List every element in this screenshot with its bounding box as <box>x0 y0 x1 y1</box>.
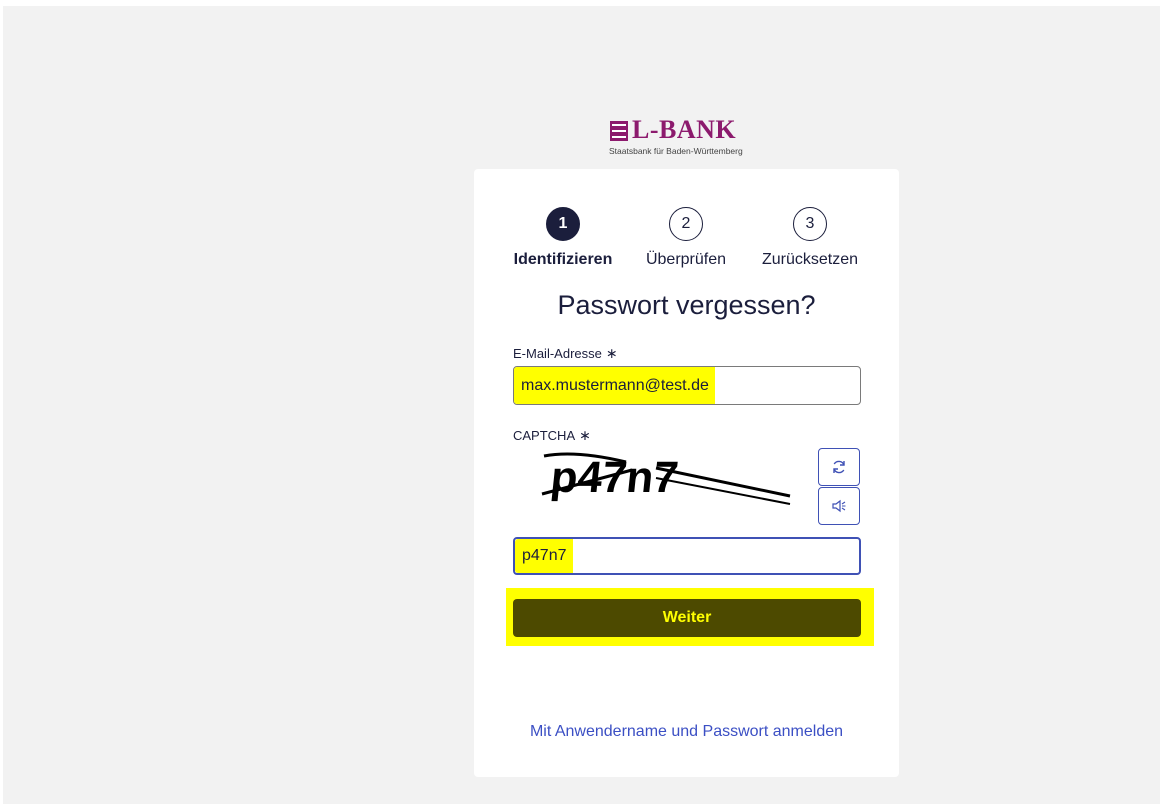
step-label: Überprüfen <box>645 251 727 268</box>
refresh-icon <box>833 460 845 474</box>
captcha-text: p47n7 <box>548 453 680 502</box>
required-mark: ∗ <box>605 345 618 361</box>
step-reset: 3 Zurücksetzen <box>750 207 870 269</box>
step-identify: 1 Identifizieren <box>503 207 623 269</box>
captcha-value: p47n7 <box>515 539 573 573</box>
required-mark: ∗ <box>579 427 591 443</box>
submit-highlight: Weiter <box>506 588 874 646</box>
login-link[interactable]: Mit Anwendername und Passwort anmelden <box>474 723 899 741</box>
lbank-logo: L-BANK Staatsbank für Baden-Württemberg <box>606 116 776 160</box>
captcha-image: p47n7 <box>541 452 791 505</box>
submit-button[interactable]: Weiter <box>513 599 861 637</box>
step-verify: 2 Überprüfen <box>626 207 746 269</box>
email-label-text: E-Mail-Adresse <box>513 346 602 361</box>
email-field[interactable]: max.mustermann@test.de <box>513 366 861 405</box>
captcha-label: CAPTCHA ∗ <box>513 427 591 444</box>
logo-wordmark: L-BANK <box>632 115 737 144</box>
email-label: E-Mail-Adresse ∗ <box>513 345 618 362</box>
step-label: Zurücksetzen <box>761 251 859 268</box>
reset-card: 1 Identifizieren 2 Überprüfen 3 Zurückse… <box>474 169 899 777</box>
speaker-icon <box>832 499 846 513</box>
step-number: 1 <box>546 207 580 241</box>
refresh-captcha-button[interactable] <box>818 448 860 486</box>
coat-of-arms-icon <box>610 121 628 141</box>
audio-captcha-button[interactable] <box>818 487 860 525</box>
captcha-label-text: CAPTCHA <box>513 428 576 443</box>
step-number: 2 <box>669 207 703 241</box>
captcha-input[interactable]: p47n7 <box>513 537 861 575</box>
page-title: Passwort vergessen? <box>557 290 816 320</box>
logo-subtitle: Staatsbank für Baden-Württemberg <box>609 146 743 156</box>
email-value: max.mustermann@test.de <box>514 367 715 404</box>
step-number: 3 <box>793 207 827 241</box>
step-label: Identifizieren <box>513 251 613 268</box>
